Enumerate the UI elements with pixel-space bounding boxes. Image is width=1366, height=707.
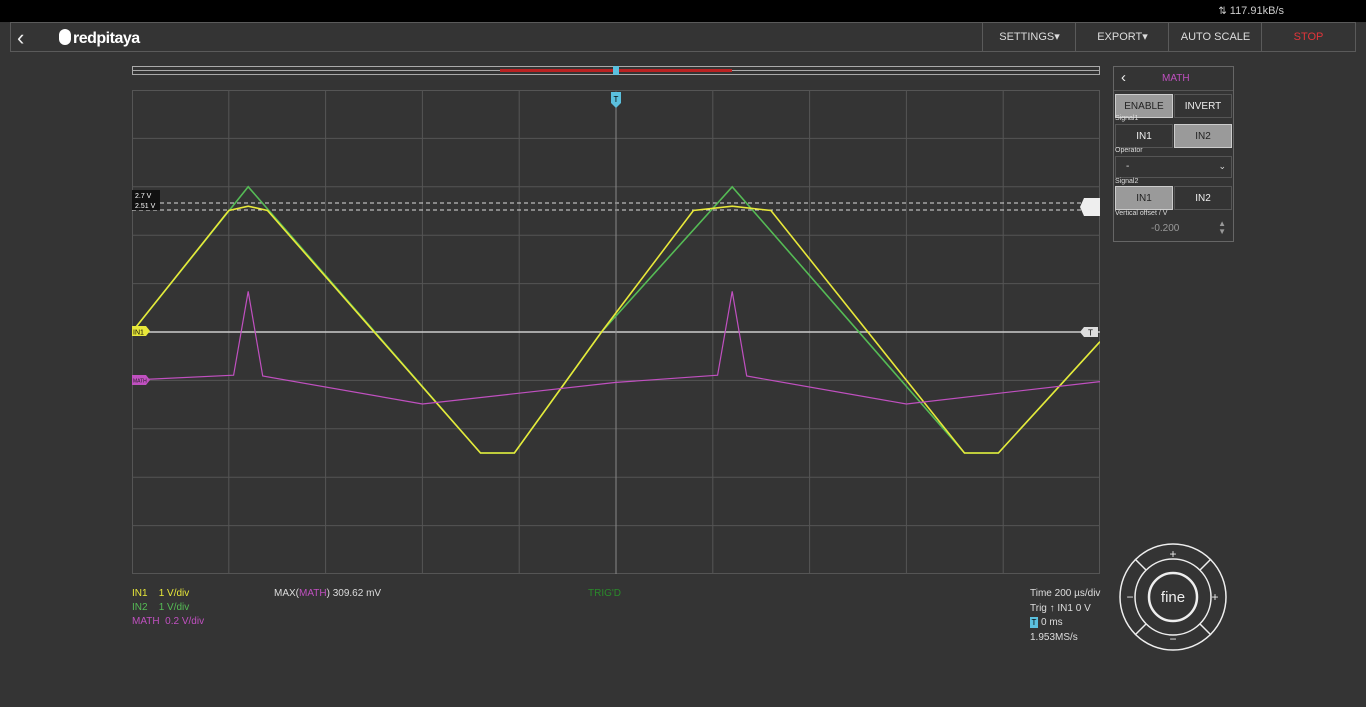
- cursor-label-1: 2.7 V: [135, 193, 152, 200]
- cursor-label-2: 2.51 V: [135, 203, 156, 210]
- scope-graph[interactable]: 2.7 V 2.51 V T T IN1 MATH: [132, 90, 1100, 574]
- math-panel-title: MATH: [1162, 73, 1190, 84]
- invert-button[interactable]: INVERT: [1174, 94, 1232, 118]
- sample-rate: 1.953MS/s: [1030, 631, 1078, 643]
- plus-right-icon[interactable]: +: [1211, 590, 1218, 604]
- math-marker-label: MATH: [133, 379, 147, 385]
- fine-button-label[interactable]: fine: [1161, 589, 1185, 606]
- math-panel: ‹ MATH ENABLE INVERT Signal1 IN1 IN2 Ope…: [1113, 66, 1234, 242]
- time-scale: Time 200 µs/div: [1030, 588, 1101, 599]
- legend-in1: IN1 1 V/div: [132, 588, 190, 599]
- trigger-time-label: T: [614, 95, 619, 104]
- auto-scale-button[interactable]: AUTO SCALE: [1168, 23, 1262, 51]
- offset-value: -0.200: [1151, 223, 1180, 234]
- minus-bottom-icon[interactable]: −: [1169, 632, 1176, 646]
- back-arrow-icon[interactable]: ‹: [1121, 69, 1126, 86]
- redpitaya-flame-icon: [59, 29, 71, 45]
- chevron-down-icon: ⌄: [1218, 161, 1226, 171]
- wheel-divider: [1134, 623, 1147, 636]
- export-button[interactable]: EXPORT▾: [1075, 23, 1169, 51]
- trig-status: TRIG'D: [588, 588, 622, 599]
- wheel-divider: [1199, 558, 1212, 571]
- settings-button[interactable]: SETTINGS▾: [982, 23, 1076, 51]
- updown-arrows-icon: ⇅: [1218, 6, 1227, 17]
- trigger-badge-icon: T: [1030, 617, 1038, 628]
- wheel-divider: [1199, 623, 1212, 636]
- logo: redpitaya: [59, 29, 140, 48]
- math-panel-header: ‹ MATH: [1114, 67, 1233, 91]
- operator-value: -: [1126, 161, 1130, 172]
- top-strip: ⇅ 117.91kB/s: [0, 0, 1366, 22]
- cursor-handle[interactable]: [1080, 198, 1100, 216]
- adjust-wheel[interactable]: fine + − − +: [1119, 543, 1227, 651]
- offset-input[interactable]: -0.200 ▲ ▼: [1115, 218, 1232, 240]
- navbar: ‹ redpitaya SETTINGS▾ EXPORT▾ AUTO SCALE…: [10, 22, 1356, 52]
- back-icon[interactable]: ‹: [17, 25, 24, 51]
- signal2-in1[interactable]: IN1: [1115, 186, 1173, 210]
- trigger-level-label: T: [1088, 329, 1093, 338]
- stop-button[interactable]: STOP: [1261, 23, 1355, 51]
- signal1-in1[interactable]: IN1: [1115, 124, 1173, 148]
- wheel-divider: [1134, 558, 1147, 571]
- signal2-in2[interactable]: IN2: [1174, 186, 1232, 210]
- trigger-info: Trig ↑ IN1 0 V: [1030, 602, 1091, 614]
- trigger-delay: T0 ms: [1030, 617, 1063, 628]
- spinner-arrows-icon[interactable]: ▲ ▼: [1218, 220, 1226, 236]
- in1-marker-label: IN1: [133, 330, 144, 337]
- trigger-position-marker[interactable]: [613, 66, 619, 75]
- signal2-label: Signal2: [1115, 178, 1139, 185]
- time-overview-bar[interactable]: [132, 66, 1100, 75]
- legend-in2: IN2 1 V/div: [132, 602, 190, 613]
- measurement-max-math: MAX(MATH) 309.62 mV: [274, 588, 382, 599]
- legend-math: MATH 0.2 V/div: [132, 616, 205, 627]
- operator-label: Operator: [1115, 147, 1143, 154]
- signal1-in2[interactable]: IN2: [1174, 124, 1232, 148]
- data-rate: ⇅ 117.91kB/s: [1218, 5, 1284, 17]
- acquisition-info: Time 200 µs/div Trig ↑ IN1 0 V T0 ms 1.9…: [1030, 587, 1100, 645]
- operator-select[interactable]: - ⌄: [1115, 156, 1232, 178]
- minus-left-icon[interactable]: −: [1126, 590, 1133, 604]
- offset-label: Vertical offset / V: [1115, 210, 1168, 217]
- plus-top-icon[interactable]: +: [1169, 547, 1176, 561]
- signal1-label: Signal1: [1115, 115, 1139, 122]
